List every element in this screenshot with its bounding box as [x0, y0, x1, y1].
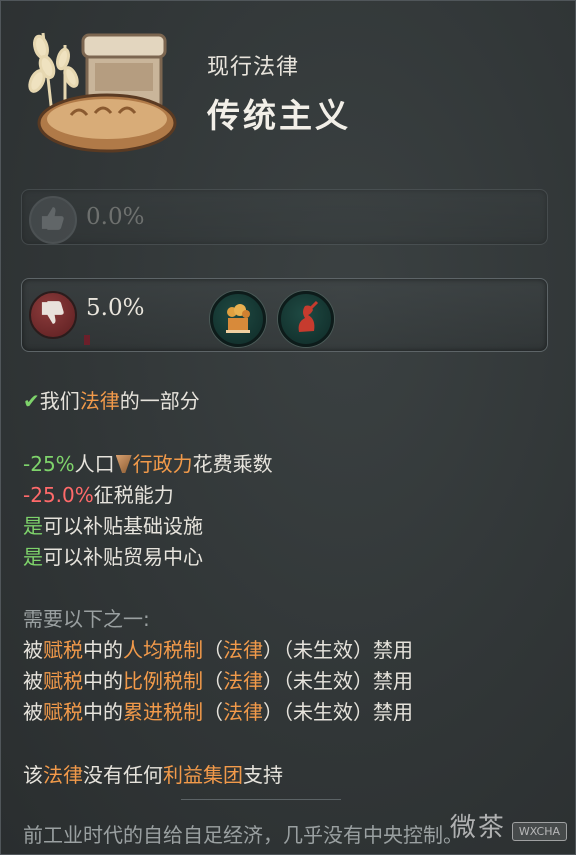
requirement-line: 被赋税中的比例税制（法律）（未生效）禁用	[23, 669, 413, 693]
taxation-link[interactable]: 赋税	[43, 638, 83, 662]
landowners-icon[interactable]	[210, 291, 266, 347]
bread-jar-wheat-icon	[28, 32, 177, 153]
effect-line: 是可以补贴贸易中心	[23, 545, 203, 569]
rural-folk-icon[interactable]	[278, 291, 334, 347]
taxation-link[interactable]: 赋税	[43, 700, 83, 724]
requirement-line: 被赋税中的累进税制（法律）（未生效）禁用	[23, 700, 413, 724]
watermark-text: 微茶	[449, 813, 506, 843]
approve-percent: 0.0%	[86, 204, 145, 230]
taxation-link[interactable]: 赋税	[43, 669, 83, 693]
thumbs-down-icon	[29, 291, 77, 339]
interest-group-link[interactable]: 利益集团	[163, 763, 243, 787]
thumbs-up-icon	[29, 196, 77, 244]
disapprove-percent: 5.0%	[86, 295, 145, 321]
law-title: 传统主义	[207, 96, 351, 135]
effect-line: -25%人口 行政力花费乘数	[23, 452, 273, 476]
approval-panel: 0.0%	[21, 189, 548, 245]
part-of-laws-line: ✔我们法律的一部分	[23, 389, 200, 413]
disapprove-bar	[84, 335, 90, 345]
support-line: 该法律没有任何利益集团支持	[23, 763, 283, 787]
law-link[interactable]: 法律	[80, 389, 120, 413]
law-link[interactable]: 比例税制	[123, 669, 203, 693]
disapproval-panel: 5.0%	[21, 278, 548, 352]
requirement-line: 被赋税中的人均税制（法律）（未生效）禁用	[23, 638, 413, 662]
law-link[interactable]: 法律	[43, 763, 83, 787]
law-tooltip: 现行法律 传统主义 0.0% 5.0% ✔我们法律的一部分 -25%人口 行政力…	[0, 0, 576, 855]
effect-line: 是可以补贴基础设施	[23, 514, 203, 538]
check-icon: ✔	[23, 389, 40, 413]
law-link[interactable]: 人均税制	[123, 638, 203, 662]
requirements-heading: 需要以下之一:	[23, 607, 150, 631]
watermark: 微茶 WXCHA	[450, 807, 567, 844]
law-description: 前工业时代的自给自足经济，几乎没有中央控制。	[23, 823, 463, 847]
authority-icon	[115, 455, 132, 473]
divider	[181, 799, 341, 800]
authority-link[interactable]: 行政力	[133, 452, 193, 476]
law-category: 现行法律	[207, 55, 300, 80]
watermark-badge: WXCHA	[511, 822, 567, 841]
effect-line: -25.0%征税能力	[23, 483, 174, 507]
law-link[interactable]: 累进税制	[123, 700, 203, 724]
